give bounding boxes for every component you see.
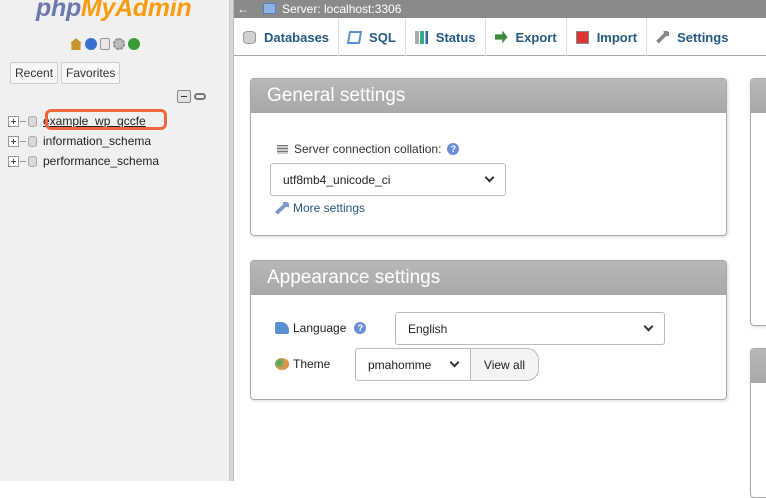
recent-favorites-tabs: Recent Favorites [10,62,121,84]
settings-icon[interactable] [113,38,125,50]
highlight-annotation [45,109,167,130]
database-icon [243,30,256,44]
sidebar-resizer[interactable] [230,0,234,481]
database-icon [28,155,37,167]
expand-icon[interactable] [8,115,19,127]
main-content: General settings Server connection colla… [235,57,766,498]
quick-links [70,38,140,50]
language-select[interactable]: English [395,312,665,345]
sql-icon [346,30,363,44]
database-tree: example_wp_qccfe information_schema perf… [8,109,167,171]
tree-connector [20,120,26,122]
server-icon [263,3,276,14]
import-icon [575,30,589,44]
main-menu-tabs: Databases SQL Status Export Import Setti… [234,18,766,56]
tab-export[interactable]: Export [486,18,567,56]
chevron-down-icon [449,357,460,368]
expand-icon[interactable] [8,155,19,167]
collation-label: Server connection collation: [294,142,442,156]
logo-php-text: php [36,0,81,22]
collation-select[interactable]: utf8mb4_unicode_ci [270,163,506,196]
collapse-sidebar-button[interactable]: ← [237,0,249,18]
more-settings-link[interactable]: More settings [275,201,365,215]
database-icon [28,135,37,147]
link-with-main-icon[interactable] [194,93,206,100]
collation-value: utf8mb4_unicode_ci [283,172,391,187]
tab-settings[interactable]: Settings [647,18,737,56]
tab-label: Import [596,29,638,45]
recent-button[interactable]: Recent [10,62,59,84]
database-tree-item[interactable]: performance_schema [8,151,159,171]
collapse-all-icon[interactable] [177,90,191,103]
server-breadcrumb[interactable]: Server: localhost:3306 [282,2,401,16]
tree-connector [20,160,26,162]
database-name[interactable]: information_schema [43,134,151,148]
tab-label: Status [435,29,476,45]
database-icon [28,115,37,127]
navigation-sidebar: phpMyAdmin Recent Favorites example_wp_q… [0,0,230,481]
phpmyadmin-logo[interactable]: phpMyAdmin [36,0,192,23]
home-icon[interactable] [70,38,82,50]
tab-label: Databases [264,29,330,45]
database-server-panel [750,78,766,326]
settings-icon [656,30,670,44]
theme-palette-icon [275,358,289,370]
help-icon[interactable]: ? [354,322,367,334]
database-tree-item[interactable]: information_schema [8,131,159,151]
language-label: Language [293,321,347,335]
language-value: English [408,321,448,336]
tab-label: SQL [369,29,396,45]
chevron-down-icon [484,172,495,183]
status-icon [414,30,428,44]
panel-title: General settings [251,79,726,113]
tab-databases[interactable]: Databases [234,18,340,56]
language-label-row: Language ? [275,321,367,335]
logout-icon[interactable] [85,38,97,50]
chevron-down-icon [643,321,654,332]
theme-select[interactable]: pmahomme [355,348,471,381]
favorites-button[interactable]: Favorites [61,62,121,84]
reload-icon[interactable] [128,38,140,50]
language-icon [275,322,289,334]
tree-connector [20,140,26,142]
table-icon [277,144,288,154]
tree-controls [177,90,206,103]
tab-label: Export [515,29,557,45]
general-settings-panel: General settings Server connection colla… [250,78,727,236]
export-icon [494,30,508,44]
panel-title: Appearance settings [251,261,726,295]
docs-icon[interactable] [100,38,110,50]
appearance-settings-panel: Appearance settings Language ? English T… [250,260,727,400]
logo-admin-text: MyAdmin [80,0,192,22]
help-icon[interactable]: ? [447,143,460,155]
tab-import[interactable]: Import [567,18,648,56]
theme-value: pmahomme [368,357,432,372]
tab-status[interactable]: Status [406,18,486,56]
view-all-themes-button[interactable]: View all [470,348,539,381]
web-server-panel [750,348,766,498]
more-settings-label: More settings [293,201,366,215]
panel-header [751,79,766,113]
wrench-icon [275,201,289,215]
tab-sql[interactable]: SQL [339,18,406,56]
theme-label: Theme [293,357,331,371]
collation-label-row: Server connection collation: ? [277,142,460,156]
expand-icon[interactable] [8,135,19,147]
database-name[interactable]: performance_schema [43,154,159,168]
database-tree-item[interactable]: example_wp_qccfe [8,109,167,131]
tab-label: Settings [677,29,729,45]
theme-label-row: Theme [275,357,330,371]
server-breadcrumb-bar: ← Server: localhost:3306 [234,0,766,18]
panel-header [751,349,766,383]
